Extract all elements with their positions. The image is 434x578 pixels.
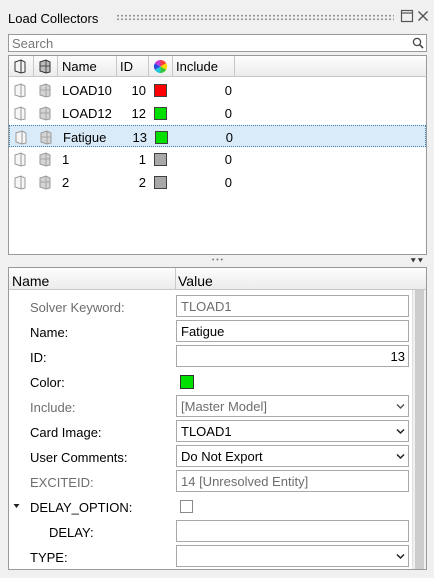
row-name: 2 (62, 175, 70, 190)
card-image-row: Card Image: TLOAD1 (9, 419, 412, 444)
list-row[interactable]: LOAD12 12 0 (9, 102, 426, 124)
display-toggle-icon[interactable] (13, 175, 27, 190)
user-comments-select[interactable]: Do Not Export (176, 445, 409, 467)
include-row: Include: [Master Model] (9, 394, 412, 419)
color-swatch[interactable] (180, 375, 194, 389)
row-include: 0 (224, 83, 232, 98)
delay-row: DELAY: (9, 519, 412, 544)
element-toggle-icon[interactable] (39, 130, 53, 145)
row-id: 12 (131, 106, 146, 121)
row-include: 0 (224, 175, 232, 190)
type-select[interactable] (176, 545, 409, 567)
id-column-header[interactable]: ID (117, 56, 149, 76)
search-input[interactable] (9, 35, 404, 51)
row-color-swatch[interactable] (154, 107, 167, 120)
editor-header: Name Value (9, 268, 426, 290)
row-name: LOAD10 (62, 83, 112, 98)
panel-titlebar: Load Collectors (0, 0, 434, 34)
dropdown-arrow-icon[interactable] (396, 428, 405, 435)
display-icon (14, 59, 26, 74)
row-name: LOAD12 (62, 106, 112, 121)
exciteid-row: EXCITEID: 14 [Unresolved Entity] (9, 469, 412, 494)
editor-scrollbar[interactable] (412, 290, 426, 569)
panel-title: Load Collectors (8, 11, 99, 26)
row-name: Fatigue (63, 130, 107, 145)
row-color-swatch[interactable] (154, 176, 167, 189)
id-row: ID: 13 (9, 344, 412, 369)
name-field[interactable]: Fatigue (176, 320, 409, 342)
scrollbar-thumb[interactable] (415, 290, 424, 569)
list-row[interactable]: Fatigue 13 0 (9, 125, 426, 147)
display-toggle-icon[interactable] (13, 152, 27, 167)
drag-grip[interactable] (116, 14, 394, 21)
list-row[interactable]: 2 2 0 (9, 171, 426, 193)
card-image-select[interactable]: TLOAD1 (176, 420, 409, 442)
id-field[interactable]: 13 (176, 345, 409, 367)
element-display-icon (39, 59, 51, 74)
element-toggle-icon[interactable] (38, 175, 52, 190)
color-row: Color: (9, 369, 412, 394)
row-color-swatch[interactable] (155, 131, 168, 144)
expand-arrow-icon[interactable] (13, 503, 20, 509)
element-toggle-icon[interactable] (38, 83, 52, 98)
row-id: 10 (131, 83, 146, 98)
value-column-header: Value (178, 273, 213, 289)
row-id: 2 (138, 175, 146, 190)
row-include: 0 (224, 152, 232, 167)
solver-keyword-field: TLOAD1 (176, 295, 409, 317)
name-column-header: Name (12, 273, 50, 289)
list-header: Name ID Include (9, 56, 426, 77)
visibility-column-header[interactable] (9, 56, 34, 76)
list-row[interactable]: 1 1 0 (9, 148, 426, 170)
include-select: [Master Model] (176, 395, 409, 417)
row-id: 13 (132, 130, 147, 145)
include-column-header[interactable]: Include (173, 56, 235, 76)
type-row: TYPE: (9, 544, 412, 569)
display-toggle-icon[interactable] (13, 83, 27, 98)
row-color-swatch[interactable] (154, 153, 167, 166)
panel-splitter[interactable]: ⯆⯆ (0, 255, 434, 267)
row-name: 1 (62, 152, 70, 167)
row-include: 0 (224, 106, 232, 121)
display-toggle-icon[interactable] (13, 106, 27, 121)
delay-field[interactable] (176, 520, 409, 542)
delay-option-row: DELAY_OPTION: (9, 494, 412, 519)
user-comments-row: User Comments: Do Not Export (9, 444, 412, 469)
restore-icon[interactable] (400, 9, 414, 23)
dropdown-arrow-icon[interactable] (396, 453, 405, 460)
row-color-swatch[interactable] (154, 84, 167, 97)
element-toggle-icon[interactable] (38, 152, 52, 167)
solver-keyword-row: Solver Keyword: TLOAD1 (9, 294, 412, 319)
load-collector-list[interactable]: Name ID Include LOAD10 10 0 LOAD12 12 0 Fatigu… (8, 55, 427, 255)
name-row: Name: Fatigue (9, 319, 412, 344)
name-column-header[interactable]: Name (58, 56, 117, 76)
search-box[interactable] (8, 34, 427, 52)
row-id: 1 (138, 152, 146, 167)
row-include: 0 (225, 130, 233, 145)
element-toggle-icon[interactable] (38, 106, 52, 121)
dropdown-arrow-icon (396, 403, 405, 410)
splitter-grip[interactable] (211, 258, 224, 261)
search-icon[interactable] (412, 37, 424, 49)
color-column-header[interactable] (149, 56, 173, 76)
close-icon[interactable] (416, 9, 430, 23)
list-row[interactable]: LOAD10 10 0 (9, 79, 426, 101)
collapse-chevron-icon[interactable]: ⯆⯆ (410, 256, 424, 267)
delay-option-checkbox[interactable] (180, 500, 193, 513)
exciteid-field[interactable]: 14 [Unresolved Entity] (176, 470, 409, 492)
color-wheel-icon (153, 59, 168, 74)
display-toggle-icon[interactable] (14, 130, 28, 145)
dropdown-arrow-icon[interactable] (396, 553, 405, 560)
isolate-column-header[interactable] (34, 56, 58, 76)
entity-editor: Name Value Solver Keyword: TLOAD1 Name: … (8, 267, 427, 570)
